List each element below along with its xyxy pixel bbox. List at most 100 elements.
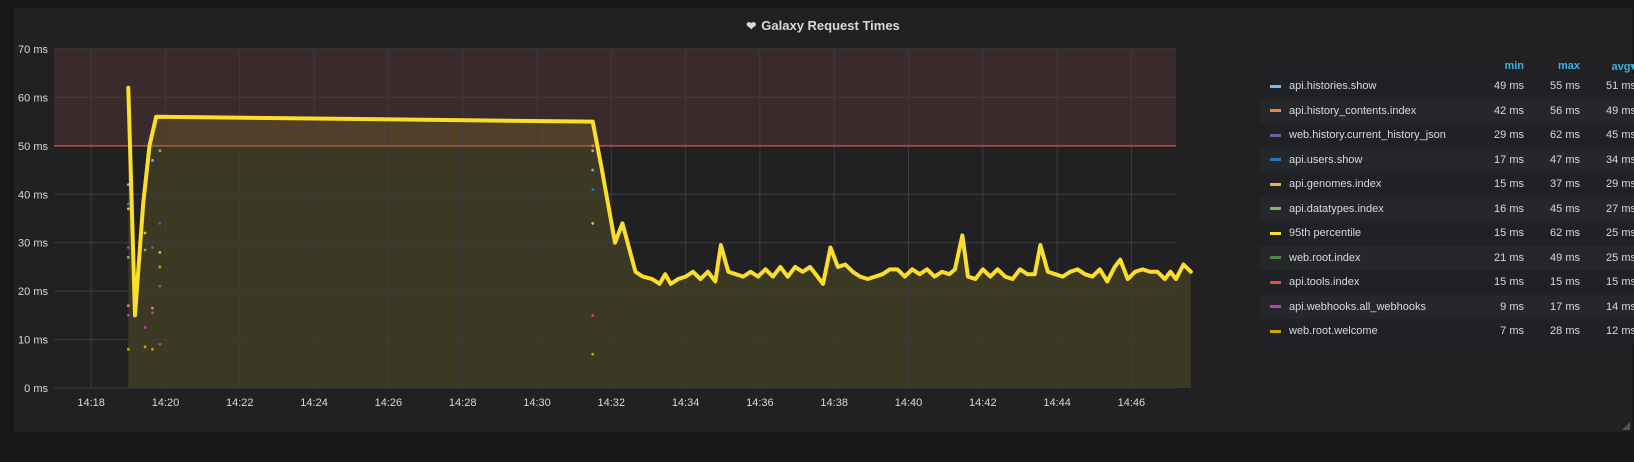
data-point bbox=[591, 168, 595, 172]
legend-value-avg: 27 ms bbox=[1606, 202, 1634, 215]
legend-series-name[interactable]: api.webhooks.all_webhooks bbox=[1289, 301, 1468, 313]
legend-value-min: 15 ms bbox=[1494, 178, 1524, 191]
x-tick-label: 14:20 bbox=[152, 397, 180, 409]
legend-value-max: 45 ms bbox=[1550, 202, 1580, 215]
x-tick-label: 14:18 bbox=[77, 397, 105, 409]
data-point bbox=[143, 231, 147, 235]
legend-item[interactable]: 95th percentile 15 ms 62 ms 25 ms bbox=[1260, 221, 1634, 246]
legend-series-name[interactable]: 95th percentile bbox=[1289, 227, 1468, 239]
legend-header-min[interactable]: min bbox=[1468, 60, 1524, 72]
legend-series-name[interactable]: api.users.show bbox=[1289, 154, 1468, 166]
legend-item[interactable]: api.tools.index 15 ms 15 ms 15 ms bbox=[1260, 270, 1634, 295]
legend-item[interactable]: web.history.current_history_json 29 ms 62 … bbox=[1260, 123, 1634, 148]
y-tick-label: 0 ms bbox=[24, 383, 48, 395]
legend-value-min: 49 ms bbox=[1494, 80, 1524, 93]
legend-item[interactable]: web.root.index 21 ms 49 ms 25 ms bbox=[1260, 245, 1634, 270]
series-color-swatch-icon[interactable] bbox=[1270, 305, 1281, 309]
data-point bbox=[151, 158, 154, 162]
legend-value-avg: 29 ms bbox=[1606, 178, 1634, 191]
series-color-swatch-icon[interactable] bbox=[1270, 280, 1281, 284]
x-tick-label: 14:28 bbox=[449, 397, 477, 409]
data-point bbox=[158, 265, 162, 269]
legend-value-avg: 25 ms bbox=[1606, 251, 1634, 264]
x-tick-label: 14:30 bbox=[523, 397, 551, 409]
data-point bbox=[591, 144, 595, 148]
x-tick-label: 14:34 bbox=[672, 397, 700, 409]
y-tick-label: 10 ms bbox=[18, 335, 48, 347]
legend-header-avg[interactable]: avg▾ bbox=[1580, 60, 1634, 73]
legend-value-max: 55 ms bbox=[1550, 80, 1580, 93]
legend-series-name[interactable]: api.genomes.index bbox=[1289, 178, 1468, 190]
legend-value-avg: 34 ms bbox=[1606, 153, 1634, 166]
legend-series-name[interactable]: api.history_contents.index bbox=[1289, 105, 1468, 117]
series-color-swatch-icon[interactable] bbox=[1270, 158, 1281, 162]
data-point bbox=[126, 246, 130, 249]
x-tick-label: 14:26 bbox=[375, 397, 403, 409]
data-point bbox=[151, 311, 154, 315]
legend-item[interactable]: api.genomes.index 15 ms 37 ms 29 ms bbox=[1260, 172, 1634, 197]
legend-value-min: 7 ms bbox=[1500, 325, 1524, 338]
data-point bbox=[126, 255, 130, 259]
x-tick-label: 14:24 bbox=[300, 397, 328, 409]
data-point bbox=[591, 313, 595, 317]
data-point bbox=[591, 221, 595, 225]
series-color-swatch-icon[interactable] bbox=[1270, 329, 1281, 333]
legend-value-avg: 15 ms bbox=[1606, 276, 1634, 289]
x-tick-label: 14:22 bbox=[226, 397, 254, 409]
legend-value-avg: 14 ms bbox=[1606, 300, 1634, 313]
data-point bbox=[158, 343, 162, 346]
x-tick-label: 14:44 bbox=[1043, 397, 1071, 409]
legend-header: min max avg▾ bbox=[1260, 58, 1634, 74]
legend-value-min: 16 ms bbox=[1494, 202, 1524, 215]
chart-area[interactable]: 0 ms 10 ms 20 ms 30 ms 40 ms 50 ms 60 ms 70 ms 1… bbox=[14, 8, 1254, 432]
legend-series-name[interactable]: api.histories.show bbox=[1289, 80, 1468, 92]
legend-item[interactable]: web.root.welcome 7 ms 28 ms 12 ms bbox=[1260, 319, 1634, 344]
resize-handle-icon[interactable] bbox=[1622, 422, 1630, 430]
legend-rows: api.histories.show 49 ms 55 ms 51 ms api.his… bbox=[1260, 74, 1634, 344]
legend-series-name[interactable]: web.root.welcome bbox=[1289, 325, 1468, 337]
x-tick-label: 14:42 bbox=[969, 397, 997, 409]
legend-value-max: 62 ms bbox=[1550, 129, 1580, 142]
data-point bbox=[143, 326, 147, 329]
x-tick-label: 14:32 bbox=[598, 397, 626, 409]
legend-header-max[interactable]: max bbox=[1524, 60, 1580, 72]
legend-value-avg: 49 ms bbox=[1606, 104, 1634, 117]
y-tick-label: 70 ms bbox=[18, 44, 48, 56]
legend-value-min: 15 ms bbox=[1494, 276, 1524, 289]
legend-value-max: 37 ms bbox=[1550, 178, 1580, 191]
legend-item[interactable]: api.history_contents.index 42 ms 56 ms 49 m… bbox=[1260, 98, 1634, 123]
legend-value-max: 17 ms bbox=[1550, 300, 1580, 313]
y-tick-label: 20 ms bbox=[18, 286, 48, 298]
data-point bbox=[591, 188, 595, 191]
series-color-swatch-icon[interactable] bbox=[1270, 133, 1281, 137]
legend-value-avg: 51 ms bbox=[1606, 80, 1634, 93]
data-point bbox=[158, 251, 162, 254]
legend-item[interactable]: api.webhooks.all_webhooks 9 ms 17 ms 14 ms bbox=[1260, 294, 1634, 319]
legend-item[interactable]: api.histories.show 49 ms 55 ms 51 ms bbox=[1260, 74, 1634, 99]
data-point bbox=[151, 246, 154, 249]
legend-item[interactable]: api.users.show 17 ms 47 ms 34 ms bbox=[1260, 147, 1634, 172]
legend-value-avg: 25 ms bbox=[1606, 227, 1634, 240]
x-tick-label: 14:40 bbox=[895, 397, 923, 409]
data-point bbox=[151, 347, 154, 351]
series-color-swatch-icon[interactable] bbox=[1270, 256, 1281, 260]
series-color-swatch-icon[interactable] bbox=[1270, 207, 1281, 211]
x-tick-label: 14:46 bbox=[1118, 397, 1146, 409]
series-color-swatch-icon[interactable] bbox=[1270, 84, 1281, 88]
legend-series-name[interactable]: api.tools.index bbox=[1289, 276, 1468, 288]
legend-value-max: 15 ms bbox=[1550, 276, 1580, 289]
legend-series-name[interactable]: web.history.current_history_json bbox=[1289, 129, 1468, 141]
legend-value-min: 21 ms bbox=[1494, 251, 1524, 264]
series-color-swatch-icon[interactable] bbox=[1270, 182, 1281, 186]
legend-series-name[interactable]: web.root.index bbox=[1289, 252, 1468, 264]
legend-series-name[interactable]: api.datatypes.index bbox=[1289, 203, 1468, 215]
legend-value-min: 9 ms bbox=[1500, 300, 1524, 313]
legend-value-min: 29 ms bbox=[1494, 129, 1524, 142]
y-tick-label: 30 ms bbox=[18, 238, 48, 250]
series-color-swatch-icon[interactable] bbox=[1270, 109, 1281, 113]
series-color-swatch-icon[interactable] bbox=[1270, 231, 1281, 235]
data-point bbox=[158, 284, 162, 288]
legend-item[interactable]: api.datatypes.index 16 ms 45 ms 27 ms bbox=[1260, 196, 1634, 221]
legend-value-max: 62 ms bbox=[1550, 227, 1580, 240]
legend-value-max: 56 ms bbox=[1550, 104, 1580, 117]
